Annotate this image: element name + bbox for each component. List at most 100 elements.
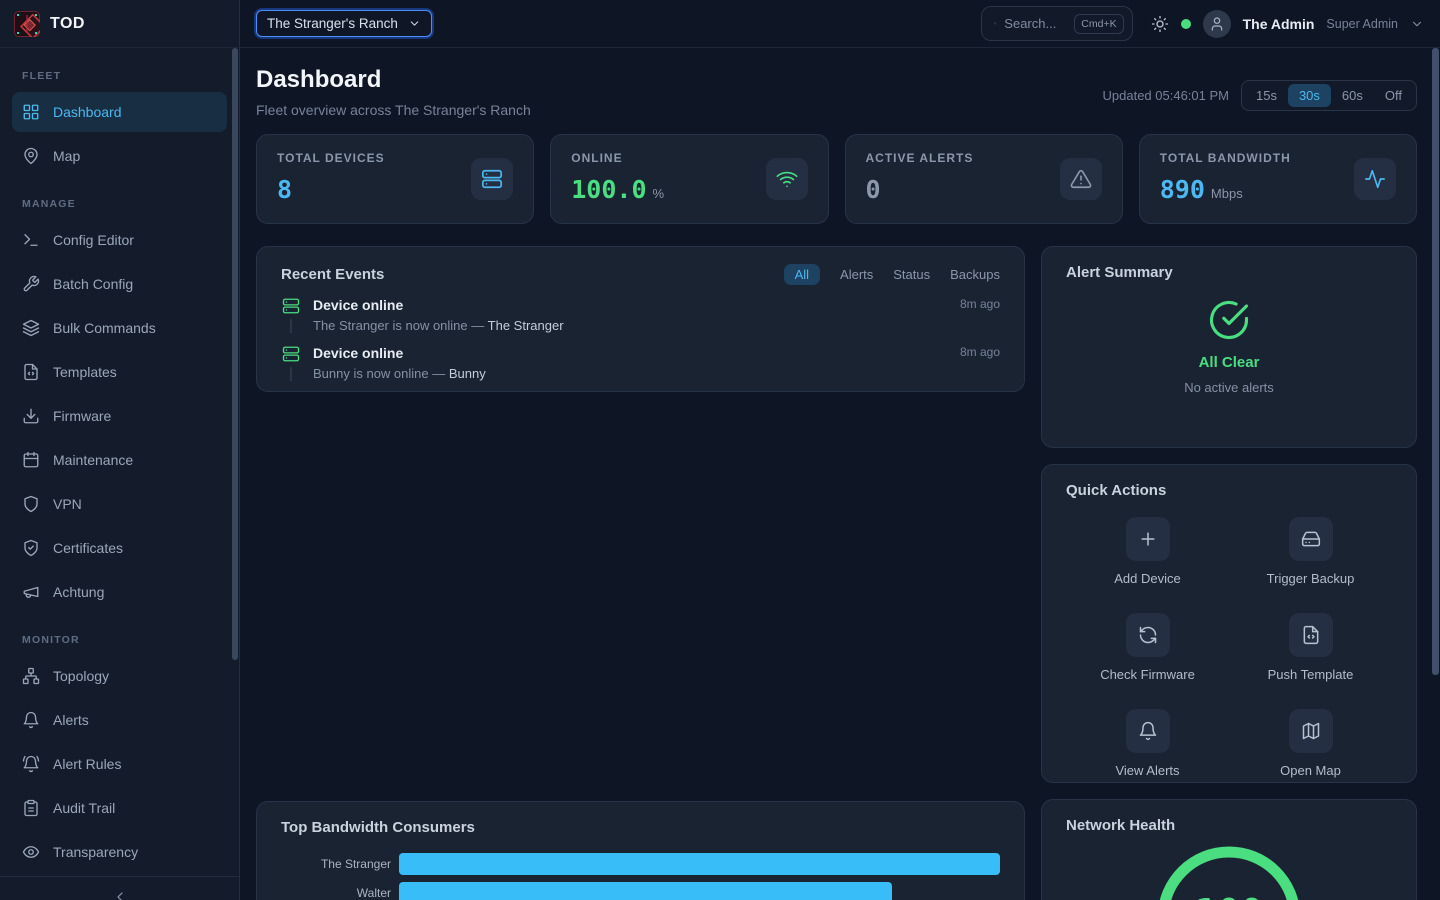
search-input[interactable]: [1004, 16, 1066, 31]
bar-label: Walter: [281, 886, 391, 900]
plus-icon: [1138, 529, 1158, 549]
user-icon: [1209, 16, 1225, 32]
sidebar-item-bulk-commands[interactable]: Bulk Commands: [12, 308, 227, 348]
stat-card-active-alerts: ACTIVE ALERTS 0: [845, 134, 1123, 224]
shield-icon: [22, 495, 40, 513]
bandwidth-bar-row: Walter: [281, 882, 1000, 900]
sidebar-scrollbar-thumb[interactable]: [232, 48, 238, 660]
search-icon: [994, 16, 997, 31]
event-time: 8m ago: [960, 345, 1000, 359]
ranch-selector[interactable]: The Stranger's Ranch: [256, 10, 432, 37]
sidebar-item-label: Maintenance: [53, 452, 133, 468]
user-menu-button[interactable]: [1410, 17, 1424, 31]
sidebar-item-dashboard[interactable]: Dashboard: [12, 92, 227, 132]
event-filter-tabs: All Alerts Status Backups: [784, 264, 1000, 285]
stat-card-online: ONLINE 100.0%: [550, 134, 828, 224]
tab-alerts[interactable]: Alerts: [840, 267, 873, 282]
check-circle-icon: [1208, 299, 1250, 341]
sidebar-item-label: Topology: [53, 668, 109, 684]
alert-status-text: All Clear: [1199, 354, 1260, 371]
sidebar-item-transparency[interactable]: Transparency: [12, 832, 227, 872]
tab-status[interactable]: Status: [893, 267, 930, 282]
hard-drive-icon: [1301, 529, 1321, 549]
sidebar-item-label: Audit Trail: [53, 800, 115, 816]
sidebar-item-firmware[interactable]: Firmware: [12, 396, 227, 436]
refresh-option-15s[interactable]: 15s: [1245, 84, 1288, 107]
sidebar-item-maintenance[interactable]: Maintenance: [12, 440, 227, 480]
sidebar-item-certificates[interactable]: Certificates: [12, 528, 227, 568]
refresh-option-60s[interactable]: 60s: [1331, 84, 1374, 107]
event-device-name: The Stranger: [488, 318, 564, 333]
terminal-icon: [22, 231, 40, 249]
event-title: Device online: [313, 297, 403, 313]
sidebar-item-label: Certificates: [53, 540, 123, 556]
view-alerts-button[interactable]: View Alerts: [1066, 709, 1229, 778]
chevron-down-icon: [408, 17, 421, 30]
event-description-text: The Stranger is now online: [313, 318, 468, 333]
sidebar-item-templates[interactable]: Templates: [12, 352, 227, 392]
sidebar-collapse-button[interactable]: [0, 876, 239, 900]
tod-logo-icon: [14, 11, 40, 37]
refresh-option-off[interactable]: Off: [1374, 84, 1413, 107]
user-name: The Admin: [1243, 16, 1315, 32]
event-separator: —: [471, 318, 484, 333]
sidebar-section-monitor: MONITOR: [12, 634, 227, 646]
page-title: Dashboard: [256, 66, 531, 94]
bar-label: The Stranger: [281, 857, 391, 871]
sidebar-item-config-editor[interactable]: Config Editor: [12, 220, 227, 260]
shield-check-icon: [22, 539, 40, 557]
refresh-interval-control: 15s 30s 60s Off: [1241, 80, 1417, 111]
recent-events-title: Recent Events: [281, 266, 384, 283]
quick-action-label: Open Map: [1280, 763, 1341, 778]
bell-icon: [22, 711, 40, 729]
sidebar-item-alerts[interactable]: Alerts: [12, 700, 227, 740]
sidebar-item-alert-rules[interactable]: Alert Rules: [12, 744, 227, 784]
sidebar-item-vpn[interactable]: VPN: [12, 484, 227, 524]
sidebar-nav: FLEET Dashboard Map MANAGE Config Editor…: [0, 48, 239, 876]
page-subtitle: Fleet overview across The Stranger's Ran…: [256, 102, 531, 118]
sidebar-section-manage: MANAGE: [12, 198, 227, 210]
bell-ring-icon: [22, 755, 40, 773]
avatar[interactable]: [1203, 10, 1231, 38]
event-row: Device online 8m ago The Stranger is now…: [281, 297, 1000, 333]
refresh-option-30s[interactable]: 30s: [1288, 84, 1331, 107]
stat-cards: TOTAL DEVICES 8 ONLINE 100.0% ACTIVE A: [256, 134, 1417, 224]
quick-action-label: View Alerts: [1115, 763, 1179, 778]
trigger-backup-button[interactable]: Trigger Backup: [1229, 517, 1392, 586]
wifi-icon: [776, 168, 798, 190]
event-description-text: Bunny is now online: [313, 366, 429, 381]
open-map-button[interactable]: Open Map: [1229, 709, 1392, 778]
theme-toggle-button[interactable]: [1151, 15, 1169, 33]
quick-action-label: Trigger Backup: [1267, 571, 1355, 586]
stat-value: 8: [277, 175, 292, 204]
quick-actions-title: Quick Actions: [1066, 482, 1166, 499]
network-icon: [22, 667, 40, 685]
megaphone-icon: [22, 583, 40, 601]
right-column: Alert Summary All Clear No active alerts…: [1041, 246, 1417, 900]
page-scrollbar-thumb[interactable]: [1432, 48, 1439, 675]
clipboard-list-icon: [22, 799, 40, 817]
layers-icon: [22, 319, 40, 337]
tab-backups[interactable]: Backups: [950, 267, 1000, 282]
sidebar-item-audit-trail[interactable]: Audit Trail: [12, 788, 227, 828]
stat-label: TOTAL DEVICES: [277, 151, 385, 165]
sidebar-item-batch-config[interactable]: Batch Config: [12, 264, 227, 304]
bandwidth-bar: [399, 853, 1000, 875]
add-device-button[interactable]: Add Device: [1066, 517, 1229, 586]
search-box[interactable]: Cmd+K: [981, 6, 1133, 41]
alert-detail-text: No active alerts: [1184, 380, 1274, 395]
stat-label: TOTAL BANDWIDTH: [1160, 151, 1291, 165]
activity-icon: [1364, 168, 1386, 190]
sidebar-item-map[interactable]: Map: [12, 136, 227, 176]
sidebar-item-achtung[interactable]: Achtung: [12, 572, 227, 612]
file-code-icon: [22, 363, 40, 381]
download-icon: [22, 407, 40, 425]
layout-grid-icon: [22, 103, 40, 121]
stat-unit: %: [653, 186, 665, 201]
sidebar-item-topology[interactable]: Topology: [12, 656, 227, 696]
bell-icon: [1138, 721, 1158, 741]
push-template-button[interactable]: Push Template: [1229, 613, 1392, 682]
check-firmware-button[interactable]: Check Firmware: [1066, 613, 1229, 682]
health-gauge-value: 100: [1195, 891, 1264, 900]
tab-all[interactable]: All: [784, 264, 820, 285]
